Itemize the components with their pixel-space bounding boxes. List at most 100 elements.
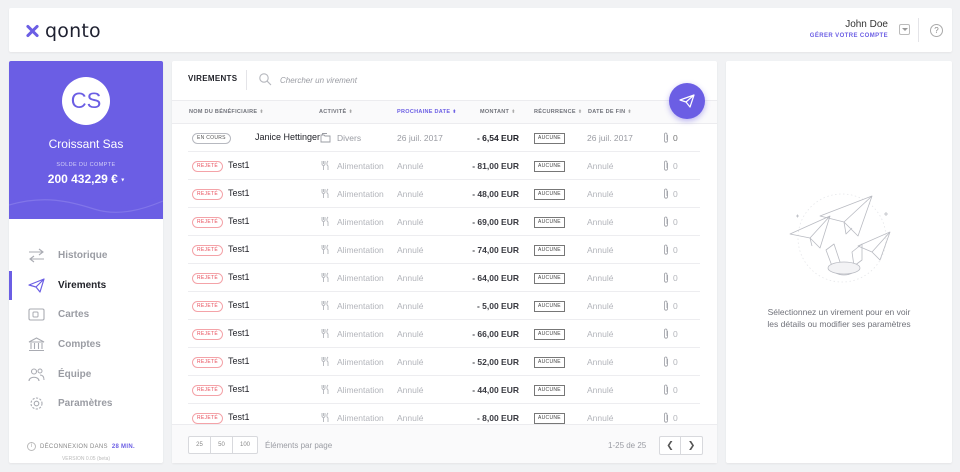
paper-planes-illustration bbox=[789, 193, 891, 283]
beneficiary-name: Janice Hettinger bbox=[255, 132, 321, 142]
manage-account-link[interactable]: GÉRER VOTRE COMPTE bbox=[810, 33, 888, 39]
company-name: Croissant Sas bbox=[48, 137, 124, 151]
page-size-100[interactable]: 100 bbox=[233, 437, 257, 453]
sidebar-item-parametres[interactable]: Paramètres bbox=[9, 389, 163, 419]
table-row[interactable]: REJETÉ Test1 Alimentation Annulé - 66,00 EUR… bbox=[188, 320, 700, 348]
company-avatar: CS bbox=[62, 77, 110, 125]
fork-knife-icon bbox=[321, 188, 329, 198]
next-date: Annulé bbox=[397, 189, 424, 199]
amount: - 69,00 EUR bbox=[472, 217, 519, 227]
qonto-logo-icon bbox=[25, 24, 39, 38]
page-size-25[interactable]: 25 bbox=[189, 437, 211, 453]
next-date: Annulé bbox=[397, 329, 424, 339]
next-date: Annulé bbox=[397, 217, 424, 227]
table-row[interactable]: EN COURS Janice Hettinger Divers 26 juil. 2… bbox=[188, 124, 700, 152]
paperclip-icon bbox=[664, 300, 668, 311]
table-row[interactable]: REJETÉ Test1 Alimentation Annulé - 81,00 EUR… bbox=[188, 152, 700, 180]
next-date: Annulé bbox=[397, 357, 424, 367]
search-icon bbox=[259, 73, 272, 86]
column-activity[interactable]: ACTIVITÉ ⬍ bbox=[319, 109, 353, 115]
fork-knife-icon bbox=[321, 160, 329, 170]
sidebar-item-label: Comptes bbox=[58, 339, 101, 351]
balance-value: 200 432,29 € bbox=[47, 172, 118, 186]
next-date: Annulé bbox=[397, 301, 424, 311]
column-beneficiary[interactable]: NOM DU BÉNÉFICIAIRE ⬍ bbox=[189, 109, 264, 115]
fork-knife-icon bbox=[321, 356, 329, 366]
activity-label: Alimentation bbox=[337, 357, 384, 367]
table-row[interactable]: REJETÉ Test1 Alimentation Annulé - 44,00 EUR… bbox=[188, 376, 700, 404]
activity-label: Divers bbox=[337, 133, 362, 143]
detail-panel: Sélectionnez un virement pour en voir le… bbox=[726, 61, 952, 463]
end-date: Annulé bbox=[587, 245, 614, 255]
header-wave bbox=[9, 187, 163, 213]
end-date: Annulé bbox=[587, 273, 614, 283]
logout-time: 28 MIN. bbox=[111, 443, 135, 450]
sidebar-item-equipe[interactable]: Équipe bbox=[9, 359, 163, 389]
sidebar-item-label: Paramètres bbox=[58, 398, 113, 410]
beneficiary-name: Test1 bbox=[228, 272, 250, 282]
column-end-date[interactable]: DATE DE FIN ⬍ bbox=[588, 109, 632, 115]
column-amount[interactable]: MONTANT ⬍ bbox=[480, 109, 516, 115]
amount: - 44,00 EUR bbox=[472, 385, 519, 395]
status-badge: REJETÉ bbox=[192, 413, 223, 424]
status-badge: EN COURS bbox=[192, 133, 231, 144]
sort-icon: ⬍ bbox=[348, 109, 353, 115]
end-date: 26 juil. 2017 bbox=[587, 133, 633, 143]
sidebar-item-cartes[interactable]: Cartes bbox=[9, 300, 163, 330]
column-recurrence[interactable]: RÉCURRENCE ⬍ bbox=[534, 109, 582, 115]
page-title: VIREMENTS bbox=[188, 74, 238, 83]
attachment-count: 0 bbox=[673, 413, 678, 423]
table-row[interactable]: REJETÉ Test1 Alimentation Annulé - 8,00 EUR A… bbox=[188, 404, 700, 424]
page-size-label: Éléments par page bbox=[265, 441, 333, 450]
next-date: Annulé bbox=[397, 385, 424, 395]
logout-prefix: DÉCONNEXION DANS bbox=[40, 443, 108, 450]
top-bar: qonto John Doe GÉRER VOTRE COMPTE ? bbox=[9, 8, 952, 52]
new-transfer-button[interactable] bbox=[669, 83, 705, 119]
recurrence-badge: AUCUNE bbox=[534, 413, 565, 424]
column-next-date[interactable]: PROCHAINE DATE ⬍ bbox=[397, 109, 457, 115]
attachment-count: 0 bbox=[673, 245, 678, 255]
account-balance[interactable]: 200 432,29 € ▾ bbox=[9, 172, 163, 186]
sort-icon: ⬍ bbox=[511, 109, 516, 115]
end-date: Annulé bbox=[587, 189, 614, 199]
table-row[interactable]: REJETÉ Test1 Alimentation Annulé - 5,00 EUR A… bbox=[188, 292, 700, 320]
activity-label: Alimentation bbox=[337, 329, 384, 339]
table-row[interactable]: REJETÉ Test1 Alimentation Annulé - 48,00 EUR… bbox=[188, 180, 700, 208]
user-dropdown-icon[interactable] bbox=[899, 24, 910, 35]
beneficiary-name: Test1 bbox=[228, 160, 250, 170]
next-date: Annulé bbox=[397, 273, 424, 283]
attachment-count: 0 bbox=[673, 161, 678, 171]
fork-knife-icon bbox=[321, 244, 329, 254]
table-row[interactable]: REJETÉ Test1 Alimentation Annulé - 64,00 EUR… bbox=[188, 264, 700, 292]
qonto-logo[interactable]: qonto bbox=[25, 20, 101, 42]
end-date: Annulé bbox=[587, 161, 614, 171]
logo-text: qonto bbox=[45, 20, 101, 42]
sidebar-item-comptes[interactable]: Comptes bbox=[9, 330, 163, 360]
help-icon[interactable]: ? bbox=[930, 24, 943, 37]
page-size-50[interactable]: 50 bbox=[211, 437, 233, 453]
table-row[interactable]: REJETÉ Test1 Alimentation Annulé - 69,00 EUR… bbox=[188, 208, 700, 236]
table-row[interactable]: REJETÉ Test1 Alimentation Annulé - 74,00 EUR… bbox=[188, 236, 700, 264]
next-date: Annulé bbox=[397, 413, 424, 423]
paperclip-icon bbox=[664, 412, 668, 423]
attachment-count: 0 bbox=[673, 217, 678, 227]
amount: - 81,00 EUR bbox=[472, 161, 519, 171]
prev-page-button[interactable]: ❮ bbox=[660, 437, 681, 454]
search-input[interactable] bbox=[280, 73, 480, 87]
paperclip-icon bbox=[664, 356, 668, 367]
fork-knife-icon bbox=[321, 384, 329, 394]
bank-icon bbox=[28, 337, 45, 352]
amount: - 48,00 EUR bbox=[472, 189, 519, 199]
attachment-count: 0 bbox=[673, 301, 678, 311]
user-menu[interactable]: John Doe GÉRER VOTRE COMPTE bbox=[810, 19, 888, 39]
next-page-button[interactable]: ❯ bbox=[681, 437, 702, 454]
beneficiary-name: Test1 bbox=[228, 216, 250, 226]
sidebar-item-historique[interactable]: Historique bbox=[9, 241, 163, 271]
status-badge: REJETÉ bbox=[192, 189, 223, 200]
sidebar-item-virements[interactable]: Virements bbox=[9, 270, 163, 301]
balance-caret-icon[interactable]: ▾ bbox=[121, 177, 124, 183]
table-row[interactable]: REJETÉ Test1 Alimentation Annulé - 52,00 EUR… bbox=[188, 348, 700, 376]
recurrence-badge: AUCUNE bbox=[534, 357, 565, 368]
end-date: Annulé bbox=[587, 217, 614, 227]
next-date: 26 juil. 2017 bbox=[397, 133, 443, 143]
